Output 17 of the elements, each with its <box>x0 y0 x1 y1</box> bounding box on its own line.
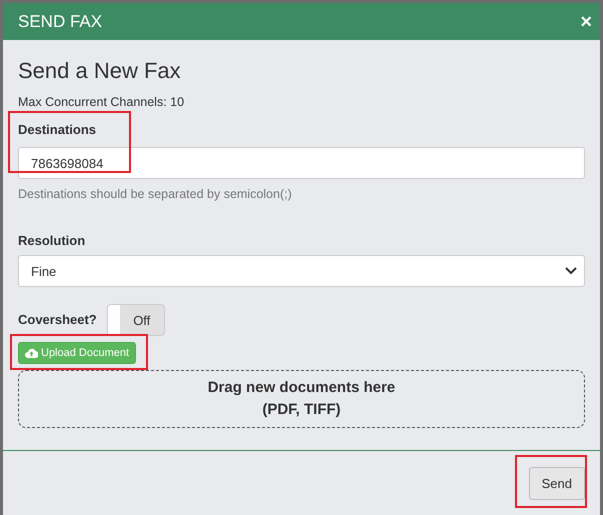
close-button[interactable]: × <box>578 12 594 32</box>
drop-zone-text: Drag new documents here <box>208 378 396 398</box>
field-label: Coversheet? <box>18 312 97 327</box>
form-heading: Send a New Fax <box>18 58 181 84</box>
chevron-down-icon <box>565 267 577 275</box>
cloud-upload-icon <box>25 348 38 358</box>
drop-zone-text: (PDF, TIFF) <box>262 400 341 420</box>
field-label: Destinations <box>18 122 96 137</box>
drop-zone[interactable]: Drag new documents here (PDF, TIFF) <box>18 370 585 428</box>
dialog-title: SEND FAX <box>18 12 102 32</box>
field-label: Resolution <box>18 233 86 248</box>
resolution-select[interactable]: Fine <box>18 255 585 287</box>
destinations-field[interactable]: 7863698084 <box>18 147 585 179</box>
help-text: Destinations should be separated by semicolon(;) <box>18 187 292 201</box>
coversheet-toggle[interactable]: Off <box>106 304 165 336</box>
send-button[interactable]: Send <box>528 466 585 500</box>
channels-text: Max Concurrent Channels: 10 <box>18 95 184 109</box>
